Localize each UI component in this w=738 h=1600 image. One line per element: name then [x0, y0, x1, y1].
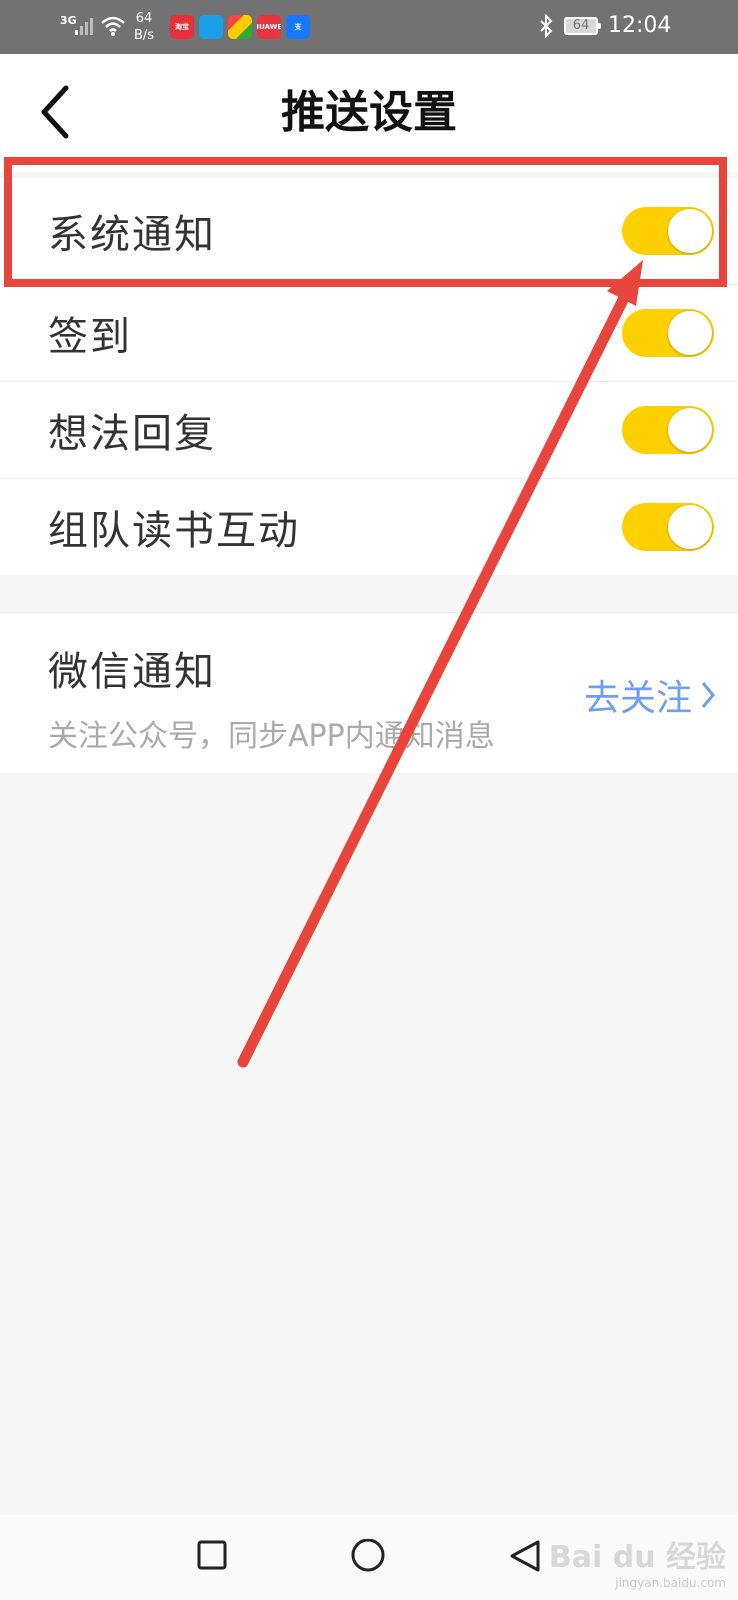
app-header: 推送设置	[0, 54, 738, 172]
wechat-notification-row[interactable]: 微信通知 关注公众号，同步APP内通知消息 去关注	[0, 612, 738, 773]
home-circle-icon[interactable]	[350, 1539, 386, 1575]
setting-row-team-reading: 组队读书互动	[0, 479, 738, 575]
clock: 12:04	[608, 13, 672, 38]
speed-unit: B/s	[134, 28, 155, 43]
alipay-app-icon: 支	[286, 15, 310, 39]
bluetooth-icon	[540, 14, 553, 38]
watermark-url: jingyan.baidu.com	[615, 1576, 726, 1590]
wifi-icon	[101, 16, 125, 36]
setting-row-idea-reply: 想法回复	[0, 382, 738, 479]
watermark-logo: Bai du 经验	[548, 1540, 726, 1575]
toggle-knob	[668, 505, 712, 549]
setting-label: 组队读书互动	[48, 508, 300, 554]
idea-reply-toggle[interactable]	[622, 406, 714, 454]
signal-icon	[75, 18, 93, 35]
ecommerce-app-icon: 淘宝	[170, 15, 194, 39]
wechat-title: 微信通知	[48, 649, 216, 695]
follow-label: 去关注	[583, 678, 692, 719]
huawei-app-icon: HUAWEI	[257, 15, 281, 39]
system-navigation-bar: Bai du 经验 jingyan.baidu.com	[0, 1515, 738, 1600]
setting-label: 想法回复	[48, 411, 216, 457]
team-reading-toggle[interactable]	[622, 503, 714, 551]
notification-app-icons: 淘宝 HUAWEI支	[170, 15, 310, 39]
toggle-knob	[668, 311, 712, 355]
baidu-watermark: Bai du 经验 jingyan.baidu.com	[549, 1532, 726, 1590]
page-title: 推送设置	[281, 87, 457, 138]
battery-icon: 64	[564, 17, 601, 35]
toggle-knob	[668, 408, 712, 452]
chevron-right-icon	[701, 682, 715, 708]
check-in-toggle[interactable]	[622, 309, 714, 357]
colorful-app-icon	[228, 15, 252, 39]
setting-label: 签到	[48, 314, 132, 360]
status-bar: 3G 64 B/s 淘宝HUAWEI支 64 12:04	[0, 0, 738, 54]
network-speed: 64 B/s	[134, 10, 154, 44]
setting-row-check-in: 签到	[0, 285, 738, 382]
speed-value: 64	[135, 11, 153, 26]
wechat-subtitle: 关注公众号，同步APP内通知消息	[48, 719, 495, 754]
lightbulb-app-icon	[199, 15, 223, 39]
follow-button[interactable]: 去关注	[584, 669, 716, 721]
back-triangle-icon[interactable]	[508, 1539, 542, 1573]
annotation-highlight-box	[4, 157, 727, 287]
recents-square-icon[interactable]	[196, 1539, 228, 1571]
